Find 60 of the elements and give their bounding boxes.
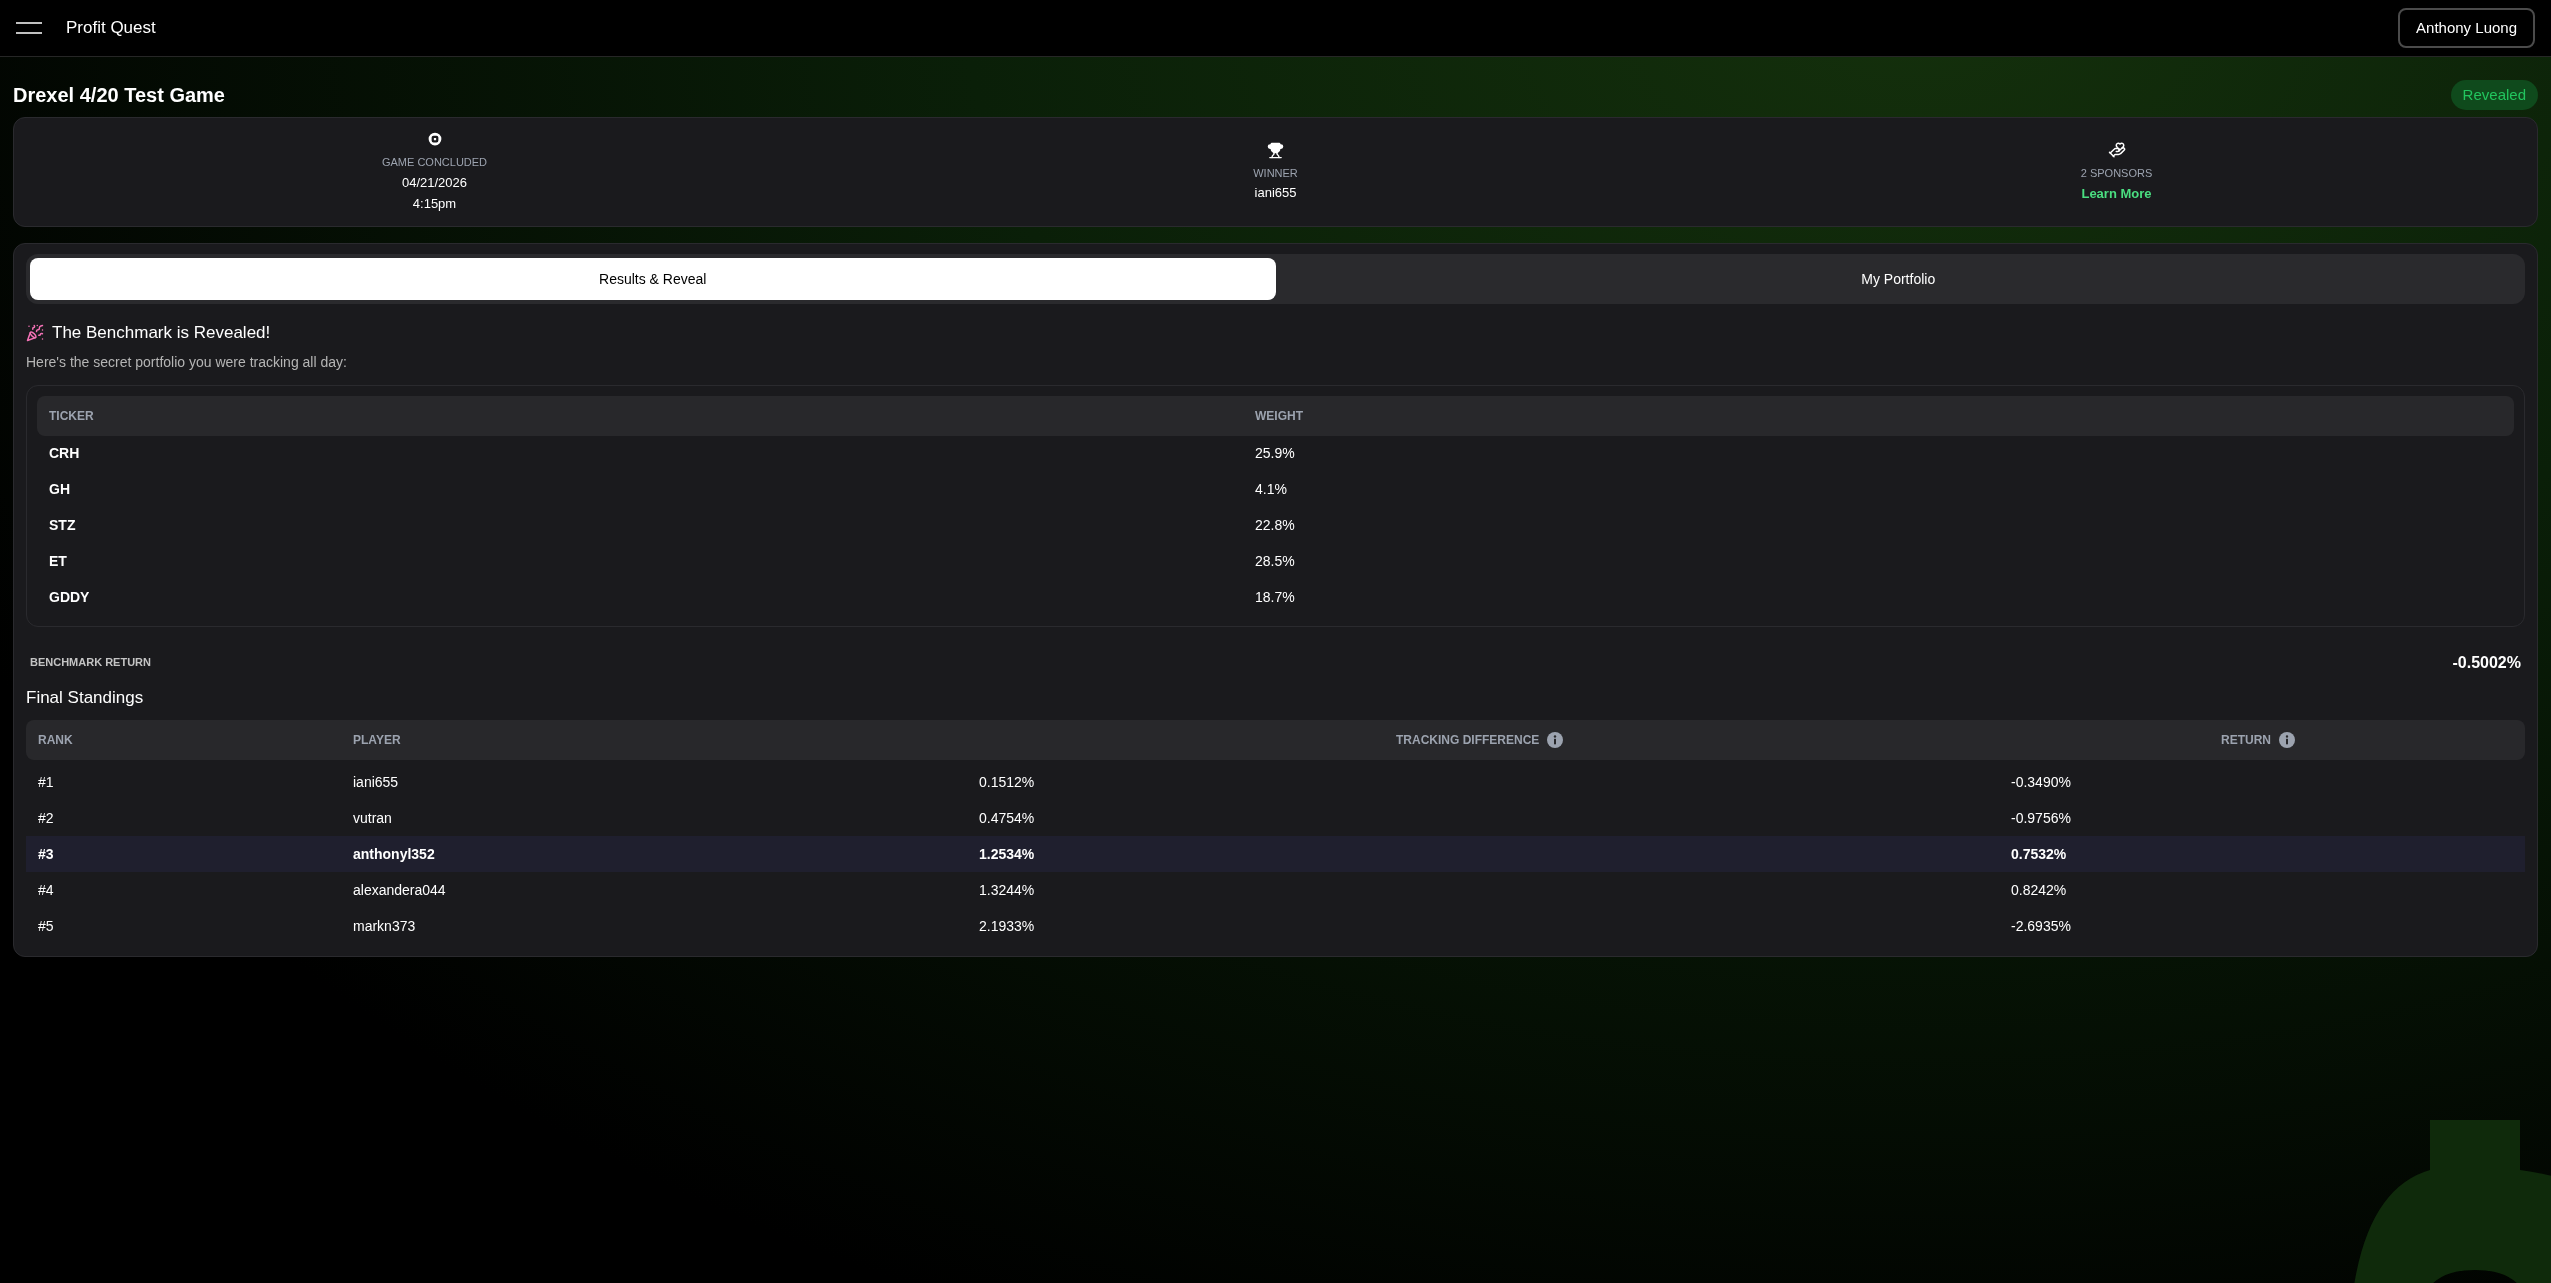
column-header: RANK xyxy=(38,732,73,749)
party-popper-icon xyxy=(26,323,44,342)
ticker-cell-text: ET xyxy=(49,552,68,571)
ticker-cell-text: GH xyxy=(49,480,71,499)
weight-cell-text: 22.8% xyxy=(1255,516,1296,535)
stat-label: 2 SPONSORS xyxy=(2080,166,2153,181)
menu-icon[interactable] xyxy=(16,22,42,34)
player-cell-text: anthonyl352 xyxy=(353,844,436,864)
player-cell-text: vutran xyxy=(353,808,393,828)
ticker-cell-text: STZ xyxy=(49,516,77,535)
info-icon[interactable] xyxy=(1547,732,1564,748)
tracking-cell-text: 1.2534% xyxy=(979,844,1036,864)
user-button[interactable]: Anthony Luong xyxy=(2398,8,2535,48)
weight-cell-text: 18.7% xyxy=(1255,588,1296,607)
standings-title: Final Standings xyxy=(26,686,145,709)
stat-label: GAME CONCLUDED xyxy=(381,155,488,171)
column-header: WEIGHT xyxy=(1255,407,1304,425)
stat-label: WINNER xyxy=(1253,165,1298,181)
stat-value: iani655 xyxy=(1254,184,1297,202)
tab[interactable]: Results & Reveal xyxy=(30,258,1276,300)
learn-more-link[interactable]: Learn More xyxy=(2081,183,2152,203)
tracking-cell-text: 2.1933% xyxy=(979,916,1036,936)
rank-cell-text: #3 xyxy=(38,844,55,864)
reveal-heading: The Benchmark is Revealed! xyxy=(52,322,271,344)
info-icon[interactable] xyxy=(2279,732,2295,748)
rank-cell-text: #4 xyxy=(38,880,55,900)
stop-circle-icon xyxy=(425,130,444,149)
reveal-subtitle: Here's the secret portfolio you were tracking all day: xyxy=(26,352,348,372)
stat-value: 4:15pm xyxy=(412,195,457,214)
player-cell-text: alexandera044 xyxy=(353,880,447,900)
benchmark-return-label: BENCHMARK RETURN xyxy=(30,655,151,671)
return-cell-text: -2.6935% xyxy=(2011,916,2072,936)
trophy-icon xyxy=(1267,141,1284,159)
tracking-cell-text: 0.4754% xyxy=(979,808,1036,828)
weight-cell-text: 28.5% xyxy=(1255,552,1296,571)
column-header: RETURN xyxy=(2221,732,2271,749)
return-cell-text: -0.9756% xyxy=(2011,808,2072,828)
tab[interactable]: My Portfolio xyxy=(1275,258,2521,300)
return-cell-text: -0.3490% xyxy=(2011,772,2072,792)
benchmark-return-value: -0.5002% xyxy=(2452,652,2521,673)
game-title: Drexel 4/20 Test Game xyxy=(13,83,225,108)
rank-cell-text: #2 xyxy=(38,808,55,828)
column-header: PLAYER xyxy=(353,732,401,749)
column-header: TRACKING DIFFERENCE xyxy=(1396,732,1540,749)
brand-name[interactable]: Profit Quest xyxy=(66,15,156,41)
ticker-cell-text: CRH xyxy=(49,444,81,463)
player-cell-text: iani655 xyxy=(353,772,400,792)
tracking-cell-text: 0.1512% xyxy=(979,772,1036,792)
return-cell-text: 0.8242% xyxy=(2011,880,2068,900)
column-header: TICKER xyxy=(49,407,95,425)
rank-cell-text: #5 xyxy=(38,916,55,936)
hand-heart-icon xyxy=(2107,141,2126,159)
weight-cell-text: 25.9% xyxy=(1255,444,1296,463)
player-cell-text: markn373 xyxy=(353,916,417,936)
weight-cell-text: 4.1% xyxy=(1255,480,1288,499)
rank-cell-text: #1 xyxy=(38,772,55,792)
ticker-cell-text: GDDY xyxy=(49,588,91,607)
return-cell-text: 0.7532% xyxy=(2011,844,2068,864)
stat-value: 04/21/2026 xyxy=(401,173,468,192)
tracking-cell-text: 1.3244% xyxy=(979,880,1036,900)
